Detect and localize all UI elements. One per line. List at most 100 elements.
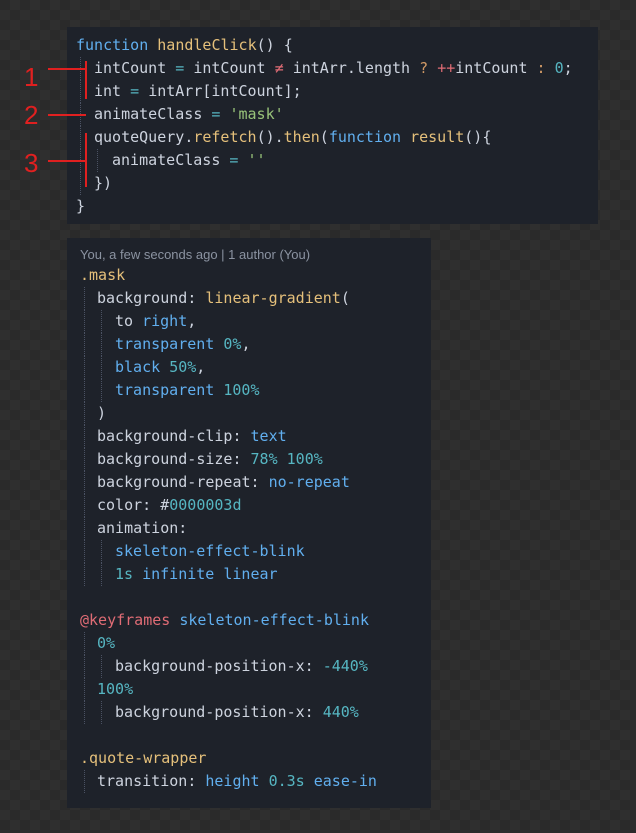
token-value: skeleton-effect-blink — [115, 542, 305, 560]
token-var: animateClass — [94, 105, 203, 123]
token-punct: ; — [563, 59, 573, 77]
token-punct: , — [187, 312, 197, 330]
token-property: animation — [97, 519, 179, 537]
token-value: ease-in — [313, 772, 377, 790]
token-property: background-repeat — [97, 473, 251, 491]
token-method: then — [283, 128, 320, 146]
token-number: 50% — [169, 358, 197, 376]
css-line-11: color: #0000003d — [97, 494, 242, 517]
token-value: linear — [223, 565, 278, 583]
indent-guide — [84, 471, 85, 494]
token-punct: : — [304, 657, 323, 675]
token-punct: : — [232, 427, 251, 445]
css-line-23: transition: height 0.3s ease-in — [97, 770, 377, 793]
annotation-bracket-3 — [85, 133, 87, 187]
token-op: = — [202, 105, 230, 123]
token-method: refetch — [193, 128, 257, 146]
token-value: skeleton-effect-blink — [179, 611, 369, 629]
token-property: background — [97, 289, 188, 307]
indent-guide — [97, 149, 98, 172]
token-hash: # — [160, 496, 170, 514]
token-punct: [intCount]; — [202, 82, 302, 100]
token-value: black — [115, 358, 161, 376]
indent-guide — [84, 517, 85, 540]
token-punct: : — [232, 450, 251, 468]
indent-guide — [101, 310, 102, 333]
indent-guide — [84, 310, 85, 333]
token-op: ≠ — [265, 59, 293, 77]
token-op: = — [121, 82, 149, 100]
token-property: background-position-x — [115, 703, 305, 721]
token-number: 100% — [286, 450, 323, 468]
token-string: '' — [247, 151, 266, 169]
token-number: 0% — [223, 335, 242, 353]
indent-guide — [84, 287, 85, 310]
code-line-3: int = intArr[intCount]; — [94, 80, 302, 103]
token-var: quoteQuery — [94, 128, 185, 146]
indent-guide — [84, 448, 85, 471]
css-line-9: background-size: 78% 100% — [97, 448, 323, 471]
css-line-3: to right, — [115, 310, 196, 333]
token-op: = — [220, 151, 248, 169]
indent-guide — [101, 655, 102, 678]
token-keyword: function — [76, 36, 149, 54]
indent-guide — [80, 80, 81, 103]
token-string: 'mask' — [229, 105, 284, 123]
token-number: 0.3s — [268, 772, 305, 790]
css-line-22: .quote-wrapper — [80, 747, 206, 770]
token-value: height — [205, 772, 260, 790]
indent-guide — [84, 655, 85, 678]
indent-guide — [101, 563, 102, 586]
css-line-19: 100% — [97, 678, 133, 701]
code-line-7: }) — [94, 172, 112, 195]
css-line-13: skeleton-effect-blink — [115, 540, 305, 563]
token-punct: () { — [256, 36, 293, 54]
token-property: background-position-x — [115, 657, 305, 675]
indent-guide — [84, 678, 85, 701]
token-punct: , — [241, 335, 251, 353]
token-var: intCount — [193, 59, 266, 77]
code-line-8: } — [76, 195, 85, 218]
token-value: to — [115, 312, 134, 330]
token-number: -440% — [322, 657, 368, 675]
token-function-name: result — [410, 128, 465, 146]
token-punct: ) — [97, 404, 107, 422]
token-punct: ( — [340, 289, 350, 307]
token-var: intCount — [455, 59, 528, 77]
annotation-line-1a — [48, 68, 86, 70]
css-line-2: background: linear-gradient( — [97, 287, 350, 310]
token-op: = — [166, 59, 194, 77]
indent-guide — [101, 356, 102, 379]
code-line-2: intCount = intCount ≠ intArr.length ? ++… — [94, 57, 573, 80]
token-property: background-size — [97, 450, 233, 468]
token-punct: : — [304, 703, 323, 721]
token-function-name: handleClick — [157, 36, 257, 54]
annotation-number-2: 2 — [24, 100, 39, 130]
token-punct: (){ — [464, 128, 492, 146]
css-line-16: @keyframes skeleton-effect-blink — [80, 609, 369, 632]
token-punct: : — [142, 496, 161, 514]
annotation-bracket-1 — [85, 61, 87, 99]
code-line-5: quoteQuery.refetch().then(function resul… — [94, 126, 491, 149]
token-number: 100% — [97, 680, 134, 698]
token-number: 0% — [97, 634, 116, 652]
token-value: right — [142, 312, 188, 330]
token-punct: : — [250, 473, 269, 491]
indent-guide — [101, 379, 102, 402]
token-punct: ( — [319, 128, 329, 146]
git-blame-annotation[interactable]: You, a few seconds ago | 1 author (You) — [80, 244, 310, 266]
token-punct: }) — [94, 174, 113, 192]
token-prop: .length — [346, 59, 411, 77]
token-op: : — [527, 59, 555, 77]
indent-guide — [101, 333, 102, 356]
token-punct: : — [187, 772, 206, 790]
token-op: ++ — [437, 59, 456, 77]
annotation-number-1: 1 — [24, 62, 39, 92]
css-line-10: background-repeat: no-repeat — [97, 471, 350, 494]
code-line-6: animateClass = '' — [112, 149, 266, 172]
